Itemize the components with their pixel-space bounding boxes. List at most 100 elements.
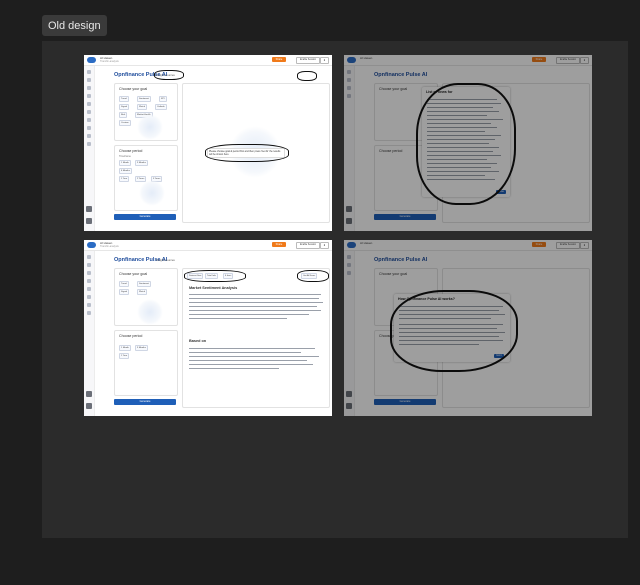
annotation-circle	[297, 71, 317, 81]
star-icon[interactable]	[87, 126, 91, 130]
text-line	[189, 360, 307, 361]
generate-button[interactable]: Generate	[374, 214, 436, 220]
period-card: Choose period Timeframe 1 Month 3 Months…	[114, 145, 178, 211]
profile-icon[interactable]	[86, 403, 92, 409]
search-icon[interactable]	[87, 94, 91, 98]
watermark-graphic	[139, 180, 165, 206]
goal-heading: Choose your goal	[379, 272, 408, 276]
enable-session-button[interactable]: Enable Session	[556, 242, 580, 249]
logo-icon	[347, 242, 356, 248]
counter-badge[interactable]: 2	[320, 57, 329, 64]
home-icon[interactable]	[347, 70, 351, 74]
share-button[interactable]: Share	[532, 242, 546, 247]
text-line	[189, 364, 313, 365]
text-line	[189, 352, 301, 353]
generate-button[interactable]: Generate	[114, 214, 176, 220]
settings-icon[interactable]	[86, 206, 92, 212]
period-chip[interactable]: 1 Month	[119, 345, 131, 351]
text-line	[189, 348, 315, 349]
profile-icon[interactable]	[346, 218, 352, 224]
sidebar	[344, 66, 355, 231]
home-icon[interactable]	[347, 255, 351, 259]
text-line	[189, 314, 309, 315]
frame-label[interactable]: Old design	[42, 15, 107, 36]
generate-button[interactable]: Generate	[374, 399, 436, 405]
settings-icon[interactable]	[346, 391, 352, 397]
generate-button[interactable]: Generate	[114, 399, 176, 405]
goal-chip[interactable]: Watch	[137, 104, 148, 110]
screenshot-results[interactable]: AI Haven Transfin-analysis Share Enable …	[84, 240, 332, 416]
goal-chip[interactable]: Custom	[119, 120, 131, 126]
profile-icon[interactable]	[86, 218, 92, 224]
goal-chip[interactable]: Signal	[119, 104, 130, 110]
period-chip[interactable]: 3 Months	[135, 160, 148, 166]
goal-chip[interactable]: Watch	[137, 289, 148, 295]
tag-icon[interactable]	[87, 134, 91, 138]
chart-icon[interactable]	[87, 78, 91, 82]
search-icon[interactable]	[87, 279, 91, 283]
chart-icon[interactable]	[87, 263, 91, 267]
period-chip[interactable]: 1 Year	[119, 176, 130, 182]
insight-sources-link[interactable]: Insight sources	[156, 258, 175, 262]
screenshot-how-it-works-modal[interactable]: AI Haven Share Enable Session 2 Opnfinan…	[344, 240, 592, 416]
goal-chip[interactable]: Trend	[119, 96, 129, 102]
profile-icon[interactable]	[346, 403, 352, 409]
list-icon[interactable]	[87, 86, 91, 90]
share-button[interactable]: Share	[532, 57, 546, 62]
goal-chip[interactable]: Sentiment	[137, 281, 151, 287]
text-line	[189, 368, 279, 369]
users-icon[interactable]	[87, 142, 91, 146]
share-button[interactable]: Share	[272, 57, 286, 62]
screenshot-news-list-modal[interactable]: AI Haven Share Enable Session 2 Opnfinan…	[344, 55, 592, 231]
goal-chip[interactable]: Signal	[119, 289, 130, 295]
home-icon[interactable]	[87, 70, 91, 74]
folder-icon[interactable]	[87, 303, 91, 307]
settings-icon[interactable]	[86, 391, 92, 397]
org-name: AI Haven	[360, 56, 373, 60]
chart-icon[interactable]	[347, 78, 351, 82]
screenshot-empty-state[interactable]: AI Haven Transfin-analysis Share Enable …	[84, 55, 332, 231]
text-line	[189, 356, 319, 357]
results-panel: Dataset Size Total Info 6 lines Get AI N…	[182, 268, 330, 408]
org-subtitle: Transfin-analysis	[100, 245, 119, 248]
logo-icon	[87, 57, 96, 63]
chart-icon[interactable]	[347, 263, 351, 267]
period-chip[interactable]: 1 Year	[119, 353, 130, 359]
bell-icon[interactable]	[87, 102, 91, 106]
period-chip[interactable]: 1 Month	[119, 160, 131, 166]
annotation-scribble	[416, 83, 516, 205]
list-icon[interactable]	[347, 271, 351, 275]
search-icon[interactable]	[347, 94, 351, 98]
settings-icon[interactable]	[346, 206, 352, 212]
logo-icon	[347, 57, 356, 63]
enable-session-button[interactable]: Enable Session	[296, 242, 320, 249]
counter-badge[interactable]: 2	[580, 242, 589, 249]
counter-badge[interactable]: 2	[580, 57, 589, 64]
goal-heading: Choose your goal	[379, 87, 408, 91]
section-title: Based on	[189, 339, 207, 343]
period-card: Choose period 1 Month 3 Months 1 Year	[114, 330, 178, 396]
goal-chip[interactable]: Risk	[119, 112, 128, 118]
section-title: Market Sentiment Analysis	[189, 286, 238, 290]
goal-chip[interactable]: Outlook	[155, 104, 167, 110]
goal-chip[interactable]: KPI	[159, 96, 167, 102]
goal-chip[interactable]: Sentiment	[137, 96, 151, 102]
star-icon[interactable]	[87, 311, 91, 315]
enable-session-button[interactable]: Enable Session	[296, 57, 320, 64]
doc-icon[interactable]	[87, 110, 91, 114]
list-icon[interactable]	[87, 271, 91, 275]
text-line	[189, 298, 319, 299]
page-title: Opnfinance Pulse AI	[374, 257, 428, 263]
folder-icon[interactable]	[87, 118, 91, 122]
counter-badge[interactable]: 2	[320, 242, 329, 249]
doc-icon[interactable]	[87, 295, 91, 299]
share-button[interactable]: Share	[272, 242, 286, 247]
goal-chip[interactable]: Trend	[119, 281, 129, 287]
home-icon[interactable]	[87, 255, 91, 259]
list-icon[interactable]	[347, 86, 351, 90]
enable-session-button[interactable]: Enable Session	[556, 57, 580, 64]
bell-icon[interactable]	[87, 287, 91, 291]
left-panel: Choose your goal Trend Sentiment Signal …	[114, 268, 180, 406]
period-chip[interactable]: 6 Months	[119, 168, 132, 174]
period-chip[interactable]: 3 Months	[135, 345, 148, 351]
